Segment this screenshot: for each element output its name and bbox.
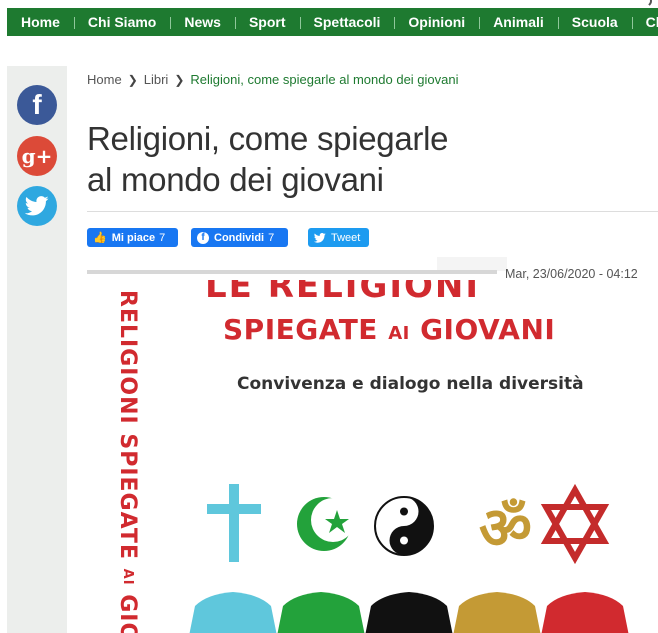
figures-row [189,592,629,633]
svg-text:ॐ: ॐ [479,494,532,562]
title-line-2: al mondo dei giovani [87,161,384,198]
share-label: Condividi [214,231,265,244]
chevron-right-icon: ❯ [174,72,185,87]
cover-heading-ai: AI [388,323,410,344]
crescent-star-icon [297,497,355,551]
tweet-button[interactable]: Tweet [308,228,369,247]
main-menu: Home Chi Siamo News Sport Spettacoli Opinioni… [7,8,658,36]
corner-decoration [634,0,652,8]
page-title: Religioni, come spiegarle al mondo dei g… [87,118,507,200]
twitter-icon[interactable] [17,186,57,226]
cover-heading-top: LE RELIGIONI [205,280,481,306]
googleplus-glyph: g+ [21,144,53,168]
divider [87,211,658,212]
nav-item-home[interactable]: Home [7,14,74,30]
like-count: 7 [159,231,166,244]
facebook-like-button[interactable]: 👍 Mi piace 7 [87,228,178,247]
nav-item-animali[interactable]: Animali [479,14,558,30]
facebook-icon[interactable]: f [17,85,57,125]
nav-item-spettacoli[interactable]: Spettacoli [299,14,395,30]
nav-item-club-l[interactable]: Club L [631,14,658,30]
nav-item-scuola[interactable]: Scuola [557,14,632,30]
breadcrumb: Home ❯ Libri ❯ Religioni, come spiegarle… [87,72,459,87]
nav-item-chi-siamo[interactable]: Chi Siamo [73,14,170,30]
nav-item-sport[interactable]: Sport [234,14,300,30]
spine-main: RELIGIONI SPIEGATE [115,290,140,560]
nav-item-news[interactable]: News [170,14,235,30]
book-spine: RELIGIONI SPIEGATE AI GIO [87,280,157,633]
thumbs-up-icon: 👍 [93,232,107,244]
title-line-1: Religioni, come spiegarle [87,120,449,157]
breadcrumb-current[interactable]: Religioni, come spiegarle al mondo dei g… [190,72,458,87]
like-label: Mi piace [111,231,156,244]
facebook-icon: f [197,231,209,244]
top-navigation: Home Chi Siamo News Sport Spettacoli Opinioni… [0,0,658,40]
spine-title: RELIGIONI SPIEGATE AI GIO [115,290,140,633]
yin-yang-icon [374,496,434,556]
cover-heading: SPIEGATE AI GIOVANI [223,313,623,346]
facebook-share-button[interactable]: f Condividi 7 [191,228,288,247]
nav-item-opinioni[interactable]: Opinioni [394,14,479,30]
chevron-right-icon: ❯ [127,72,138,87]
spine-ai: AI [120,568,135,586]
star-of-david-icon [540,483,610,565]
tweet-label: Tweet [331,231,361,244]
meta-divider [87,270,497,274]
book-cover-image: RELIGIONI SPIEGATE AI GIO LE RELIGIONI S… [87,280,658,633]
breadcrumb-section[interactable]: Libri [144,72,169,87]
cover-heading-b: GIOVANI [409,313,556,346]
religious-symbols: ॐ [207,483,610,565]
twitter-bird-icon [314,232,326,243]
share-count: 7 [268,231,275,244]
breadcrumb-home[interactable]: Home [87,72,122,87]
cover-heading-a: SPIEGATE [223,313,389,346]
cross-icon [207,484,261,562]
spine-end: GIO [115,594,140,633]
twitter-bird-icon [25,196,49,216]
cover-subtitle: Convivenza e dialogo nella diversità [237,374,584,394]
publish-date: Mar, 23/06/2020 - 04:12 [505,267,638,281]
googleplus-icon[interactable]: g+ [17,136,57,176]
faded-background [437,257,507,271]
om-icon: ॐ [479,494,532,562]
facebook-glyph: f [32,89,42,120]
